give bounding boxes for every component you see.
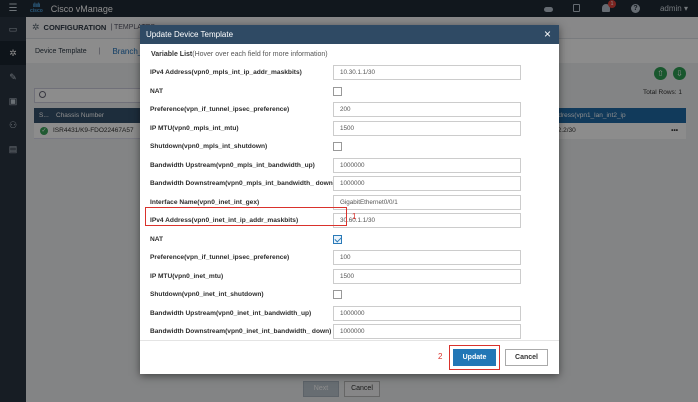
variable-row: IP MTU(vpn0_mpls_int_mtu) 1500 <box>150 120 550 136</box>
variable-label: Bandwidth Downstream(vpn0_mpls_int_bandw… <box>150 180 333 187</box>
variable-input[interactable]: GigabitEthernet0/0/1 <box>333 194 521 210</box>
variable-label: Preference(vpn_if_tunnel_ipsec_preferenc… <box>150 106 290 113</box>
variable-input[interactable]: 1000000 <box>333 157 521 173</box>
callout-1: 1 <box>352 212 357 221</box>
variable-checkbox[interactable] <box>333 142 342 151</box>
variable-label: IPv4 Address(vpn0_mpls_int_ip_addr_maskb… <box>150 69 302 76</box>
variable-label: Bandwidth Upstream(vpn0_inet_int_bandwid… <box>150 309 312 317</box>
update-device-template-dialog: Update Device Template × Variable List(H… <box>140 25 559 374</box>
dialog-title: Update Device Template <box>146 30 234 39</box>
update-button[interactable]: Update <box>453 349 496 366</box>
variable-input[interactable]: 100 <box>333 250 521 265</box>
variable-input[interactable]: 1500 <box>333 120 521 136</box>
dialog-header: Update Device Template × <box>140 25 559 44</box>
variable-checkbox[interactable] <box>333 234 342 244</box>
variable-label: IP MTU(vpn0_mpls_int_mtu) <box>150 124 239 132</box>
variable-label: NAT <box>150 87 164 95</box>
variable-row: Preference(vpn_if_tunnel_ipsec_preferenc… <box>150 250 550 265</box>
variable-row: IPv4 Address(vpn0_mpls_int_ip_addr_maskb… <box>150 65 550 80</box>
variable-input[interactable]: 1000000 <box>333 305 521 321</box>
variable-row: NAT <box>150 232 550 247</box>
variable-row: Bandwidth Downstream(vpn0_inet_int_bandw… <box>150 324 550 339</box>
variable-label: NAT <box>150 235 164 243</box>
variable-row: IP MTU(vpn0_inet_mtu) 1500 <box>150 268 550 284</box>
dialog-body: Variable List(Hover over each field for … <box>140 44 559 340</box>
variable-input[interactable]: 1000000 <box>333 176 521 191</box>
variable-label: IP MTU(vpn0_inet_mtu) <box>150 272 224 280</box>
variable-input[interactable]: 1500 <box>333 268 521 284</box>
variable-input[interactable]: 1000000 <box>333 324 521 339</box>
variable-row: Shutdown(vpn0_inet_int_shutdown) <box>150 287 550 302</box>
variable-input[interactable]: 10.30.1.1/30 <box>333 65 521 80</box>
variable-input[interactable]: 200 <box>333 102 521 117</box>
close-icon[interactable]: × <box>544 27 551 41</box>
variable-row: Bandwidth Downstream(vpn0_mpls_int_bandw… <box>150 176 550 191</box>
variable-label: Interface Name(vpn0_inet_int_gex) <box>150 198 260 206</box>
variable-label: Preference(vpn_if_tunnel_ipsec_preferenc… <box>150 254 290 261</box>
cancel-button[interactable]: Cancel <box>505 349 548 366</box>
variable-row: NAT <box>150 84 550 99</box>
variable-row: Preference(vpn_if_tunnel_ipsec_preferenc… <box>150 102 550 117</box>
variable-label: Shutdown(vpn0_mpls_int_shutdown) <box>150 143 268 150</box>
variable-input[interactable]: 30.60.1.1/30 <box>333 213 521 228</box>
variable-row: Bandwidth Upstream(vpn0_mpls_int_bandwid… <box>150 157 550 173</box>
variable-row: Bandwidth Upstream(vpn0_inet_int_bandwid… <box>150 305 550 321</box>
variable-checkbox[interactable] <box>333 86 342 96</box>
variable-list-heading: Variable List(Hover over each field for … <box>151 51 328 58</box>
nat-highlight-box <box>145 207 347 226</box>
variable-label: Bandwidth Upstream(vpn0_mpls_int_bandwid… <box>150 161 315 169</box>
variable-checkbox[interactable] <box>333 290 342 299</box>
callout-2: 2 <box>438 352 443 361</box>
variable-row: Shutdown(vpn0_mpls_int_shutdown) <box>150 139 550 154</box>
variable-label: Bandwidth Downstream(vpn0_inet_int_bandw… <box>150 328 332 335</box>
variable-label: Shutdown(vpn0_inet_int_shutdown) <box>150 291 264 298</box>
